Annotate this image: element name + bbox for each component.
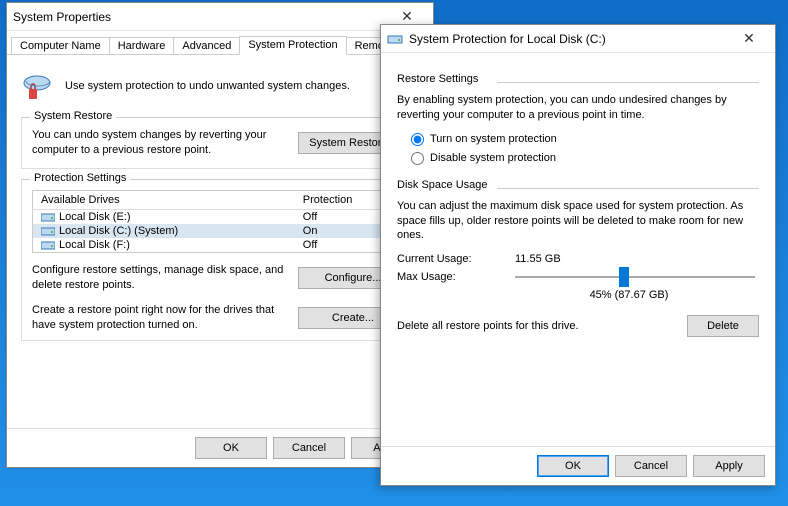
ok-button[interactable]: OK [537, 455, 609, 477]
group-legend: Restore Settings [397, 73, 482, 85]
radio-disable[interactable]: Disable system protection [411, 152, 759, 165]
col-drives: Available Drives [33, 190, 295, 209]
create-desc: Create a restore point right now for the… [32, 303, 290, 333]
ok-button[interactable]: OK [195, 437, 267, 459]
group-legend: System Restore [30, 110, 116, 122]
drive-icon [41, 225, 55, 237]
dialog-body: Restore Settings By enabling system prot… [381, 53, 775, 337]
window-title: System Properties [13, 10, 387, 24]
table-row[interactable]: Local Disk (F:)Off [33, 238, 408, 253]
tab-strip: Computer Name Hardware Advanced System P… [7, 31, 433, 55]
delete-button[interactable]: Delete [687, 315, 759, 337]
system-restore-group: System Restore You can undo system chang… [21, 117, 419, 169]
max-usage-display: 45% (87.67 GB) [509, 289, 749, 301]
radio-disable-input[interactable] [411, 152, 424, 165]
cancel-button[interactable]: Cancel [615, 455, 687, 477]
restore-desc: By enabling system protection, you can u… [397, 93, 759, 123]
radio-label: Turn on system protection [430, 133, 557, 145]
disk-space-group: Disk Space Usage You can adjust the maxi… [397, 179, 759, 338]
system-protection-icon [21, 69, 55, 103]
group-legend: Protection Settings [30, 172, 130, 184]
dialog-buttons: OK Cancel Apply [381, 446, 775, 485]
configure-desc: Configure restore settings, manage disk … [32, 263, 290, 293]
intro-text: Use system protection to undo unwanted s… [65, 80, 350, 92]
restore-settings-group: Restore Settings By enabling system prot… [397, 73, 759, 165]
tab-advanced[interactable]: Advanced [173, 37, 240, 54]
max-usage-slider[interactable] [515, 276, 755, 278]
drive-name: Local Disk (E:) [59, 211, 131, 223]
system-protection-dialog: System Protection for Local Disk (C:) ✕ … [380, 24, 776, 486]
tab-pane: Use system protection to undo unwanted s… [7, 55, 433, 361]
max-usage-label: Max Usage: [397, 271, 497, 283]
drive-icon [41, 211, 55, 223]
titlebar[interactable]: System Protection for Local Disk (C:) ✕ [381, 25, 775, 53]
drive-name: Local Disk (F:) [59, 239, 130, 251]
current-usage-label: Current Usage: [397, 253, 497, 265]
drive-icon [387, 31, 403, 47]
apply-button[interactable]: Apply [693, 455, 765, 477]
cancel-button[interactable]: Cancel [273, 437, 345, 459]
window-title: System Protection for Local Disk (C:) [409, 32, 729, 46]
radio-label: Disable system protection [430, 152, 556, 164]
system-properties-window: System Properties ✕ Computer Name Hardwa… [6, 2, 434, 468]
drive-icon [41, 239, 55, 251]
tab-system-protection[interactable]: System Protection [239, 36, 346, 55]
titlebar[interactable]: System Properties ✕ [7, 3, 433, 31]
current-usage-value: 11.55 GB [515, 253, 561, 265]
usage-desc: You can adjust the maximum disk space us… [397, 199, 759, 244]
radio-turn-on-input[interactable] [411, 133, 424, 146]
table-row[interactable]: Local Disk (E:)Off [33, 209, 408, 224]
close-icon[interactable]: ✕ [729, 29, 769, 49]
radio-turn-on[interactable]: Turn on system protection [411, 133, 759, 146]
drive-name: Local Disk (C:) (System) [59, 225, 178, 237]
drives-table[interactable]: Available Drives Protection Local Disk (… [32, 190, 408, 253]
tab-hardware[interactable]: Hardware [109, 37, 175, 54]
tab-computer-name[interactable]: Computer Name [11, 37, 110, 54]
protection-settings-group: Protection Settings Available Drives Pro… [21, 179, 419, 342]
system-restore-desc: You can undo system changes by reverting… [32, 128, 290, 158]
delete-desc: Delete all restore points for this drive… [397, 320, 579, 332]
group-legend: Disk Space Usage [397, 179, 492, 191]
dialog-buttons: OK Cancel Apply [7, 428, 433, 467]
table-row[interactable]: Local Disk (C:) (System)On [33, 224, 408, 238]
